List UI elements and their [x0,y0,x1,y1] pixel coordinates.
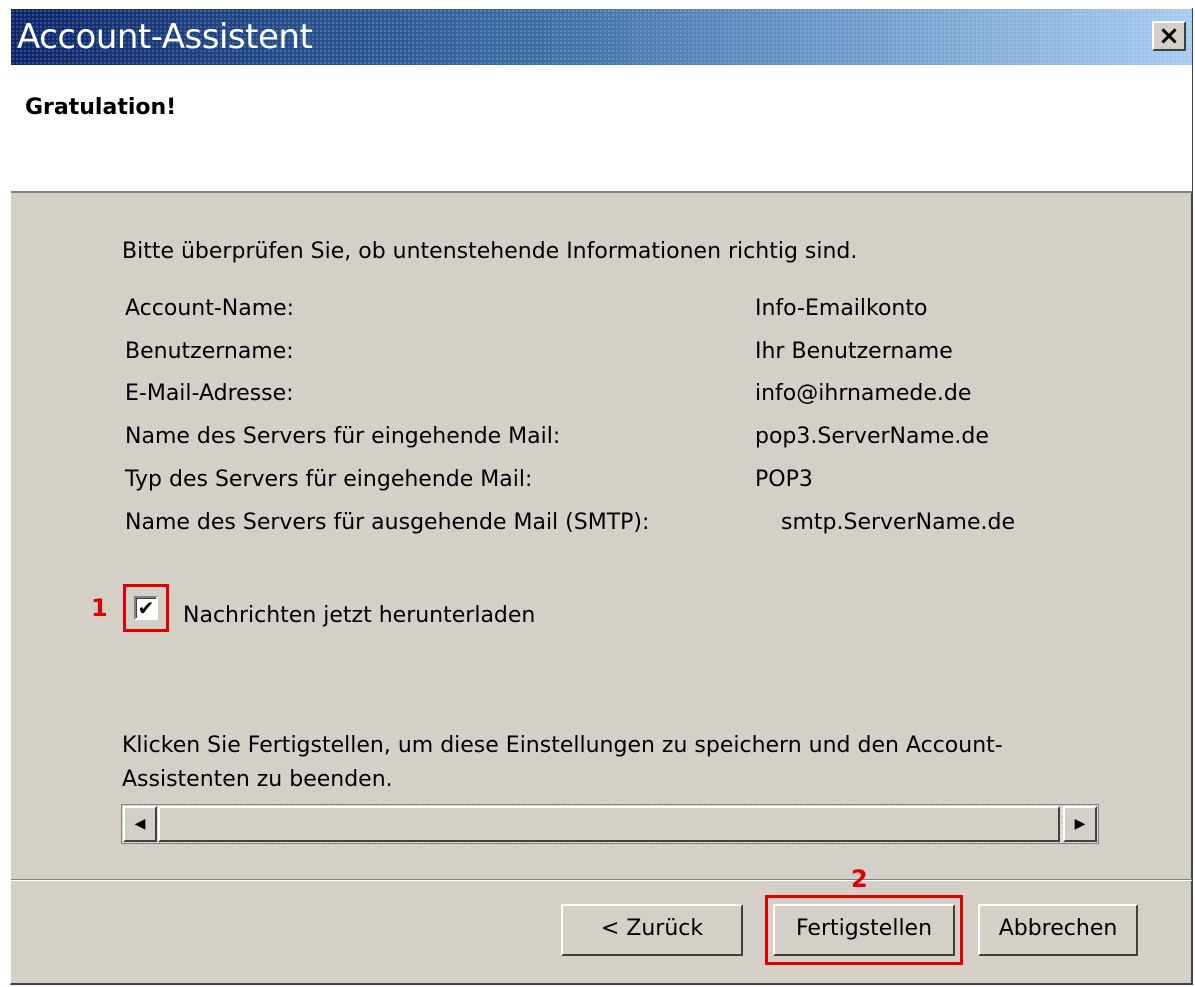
header-panel: Gratulation! [11,65,1192,193]
arrow-right-icon: ▶ [1074,816,1086,832]
info-label-incoming-type: Typ des Servers für eingehende Mail: [125,467,533,492]
window-title: Account-Assistent [17,17,313,57]
scroll-left-button[interactable]: ◀ [123,806,157,842]
download-now-checkbox[interactable]: ✔ [134,596,158,620]
title-bar[interactable]: Account-Assistent × [11,9,1192,65]
info-label-username: Benutzername: [125,339,294,364]
annotation-marker-1: 1 [91,594,108,622]
info-value-incoming-server: pop3.ServerName.de [755,424,989,449]
annotation-marker-2: 2 [851,865,868,893]
info-label-email: E-Mail-Adresse: [125,381,294,406]
account-assistant-window: Account-Assistent × Gratulation! Bitte ü… [10,8,1193,985]
arrow-left-icon: ◀ [134,816,146,832]
close-button[interactable]: × [1152,21,1186,51]
info-value-email: info@ihrnamede.de [755,381,972,406]
closing-text: Klicken Sie Fertigstellen, um diese Eins… [122,733,1003,792]
back-button[interactable]: < Zurück [561,904,743,956]
download-now-label[interactable]: Nachrichten jetzt herunterladen [183,603,535,628]
info-value-username: Ihr Benutzername [755,339,953,364]
button-separator [11,879,1192,881]
info-value-incoming-type: POP3 [755,467,813,492]
checkmark-icon: ✔ [137,596,155,620]
info-value-account-name: Info-Emailkonto [755,296,928,321]
close-icon: × [1158,21,1180,51]
info-label-incoming-server: Name des Servers für eingehende Mail: [125,424,561,449]
info-label-outgoing-server: Name des Servers für ausgehende Mail (SM… [125,510,650,535]
scroll-right-button[interactable]: ▶ [1063,806,1097,842]
horizontal-scrollbar[interactable]: ◀ ▶ [121,804,1099,844]
info-label-account-name: Account-Name: [125,296,295,321]
cancel-button[interactable]: Abbrechen [978,904,1138,956]
page-title: Gratulation! [25,95,177,120]
info-value-outgoing-server: smtp.ServerName.de [781,510,1016,535]
intro-text: Bitte überprüfen Sie, ob untenstehende I… [122,239,858,264]
finish-button[interactable]: Fertigstellen [773,904,955,956]
scroll-thumb[interactable] [158,806,1060,842]
